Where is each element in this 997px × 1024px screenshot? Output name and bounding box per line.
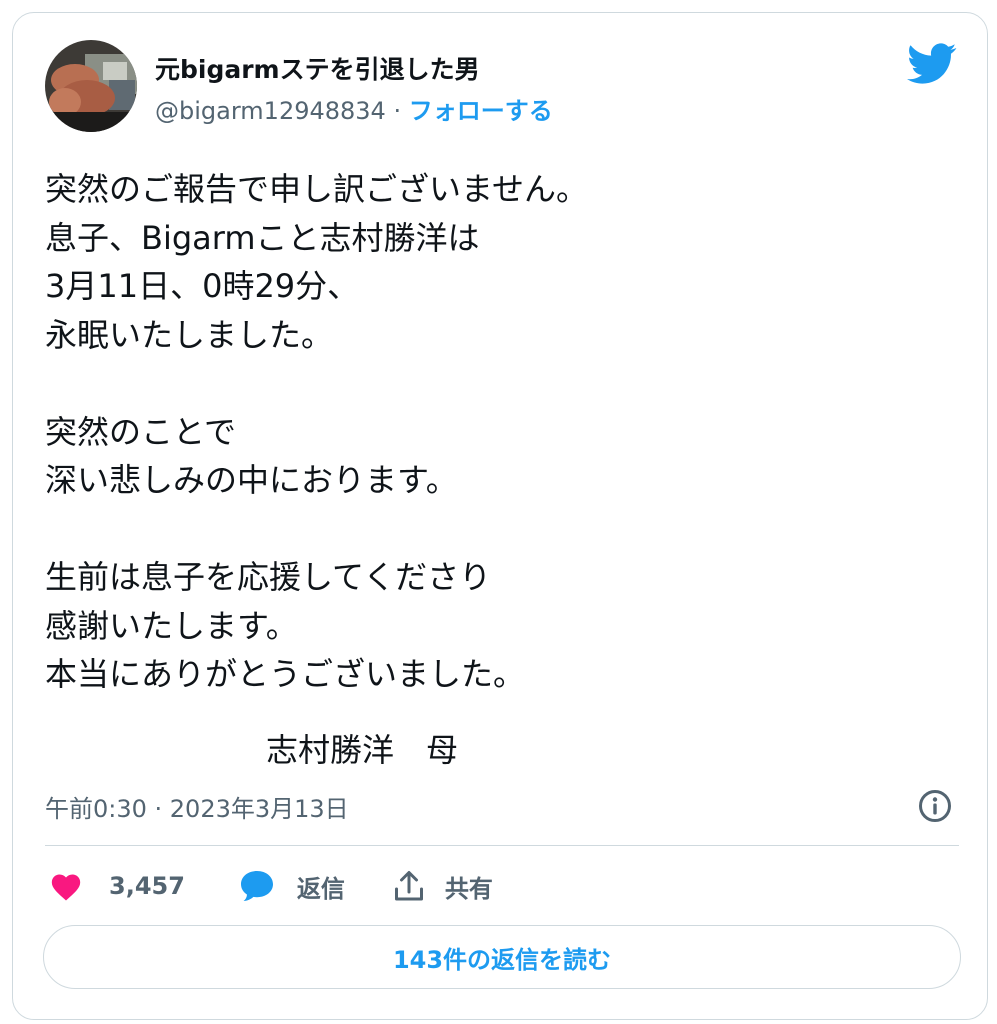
tweet-line: 生前は息子を応援してくださり	[45, 558, 492, 596]
author-handle-row: @bigarm12948834 · フォローする	[155, 91, 553, 126]
tweet-line: 3月11日、0時29分、	[45, 267, 360, 305]
tweet-line: 感謝いたします。	[45, 606, 298, 645]
heart-icon	[49, 871, 83, 901]
share-button[interactable]: 共有	[393, 869, 493, 904]
like-button[interactable]: 3,457	[49, 871, 185, 901]
info-icon[interactable]	[917, 788, 953, 824]
author-display-name[interactable]: 元bigarmステを引退した男	[155, 50, 480, 86]
speech-bubble-icon	[239, 869, 275, 903]
tweet-text: 突然のご報告で申し訳ございません。 息子、Bigarmこと志村勝洋は 3月11日…	[45, 165, 945, 699]
tweet-actions: 3,457 返信 共有	[49, 865, 493, 907]
reply-button[interactable]: 返信	[239, 869, 345, 904]
read-replies-button[interactable]: 143件の返信を読む	[43, 925, 961, 989]
tweet-signature: 志村勝洋 母	[266, 731, 459, 769]
twitter-bird-icon[interactable]	[907, 43, 957, 85]
tweet-line: 本当にありがとうございました。	[45, 655, 526, 693]
tweet-line: 突然のご報告で申し訳ございません。	[45, 170, 589, 208]
tweet-line: 深い悲しみの中におります。	[45, 461, 458, 499]
author-handle[interactable]: @bigarm12948834	[155, 97, 386, 125]
tweet-line	[45, 359, 945, 408]
reply-label: 返信	[296, 874, 345, 903]
tweet-line: 突然のことで	[45, 412, 237, 451]
tweet-line: 永眠いたしました。	[45, 315, 334, 354]
follow-button[interactable]: フォローする	[409, 97, 553, 125]
share-label: 共有	[444, 874, 493, 903]
share-upload-icon	[393, 869, 425, 903]
tweet-card: 元bigarmステを引退した男 @bigarm12948834 · フォローする…	[12, 12, 988, 1020]
handle-separator: ·	[385, 97, 409, 125]
avatar[interactable]	[45, 40, 137, 132]
tweet-line: 息子、Bigarmこと志村勝洋は	[45, 218, 480, 257]
like-count: 3,457	[109, 872, 185, 900]
tweet-timestamp[interactable]: 午前0:30 · 2023年3月13日	[45, 789, 349, 824]
tweet-line	[45, 505, 945, 554]
divider	[45, 845, 959, 846]
